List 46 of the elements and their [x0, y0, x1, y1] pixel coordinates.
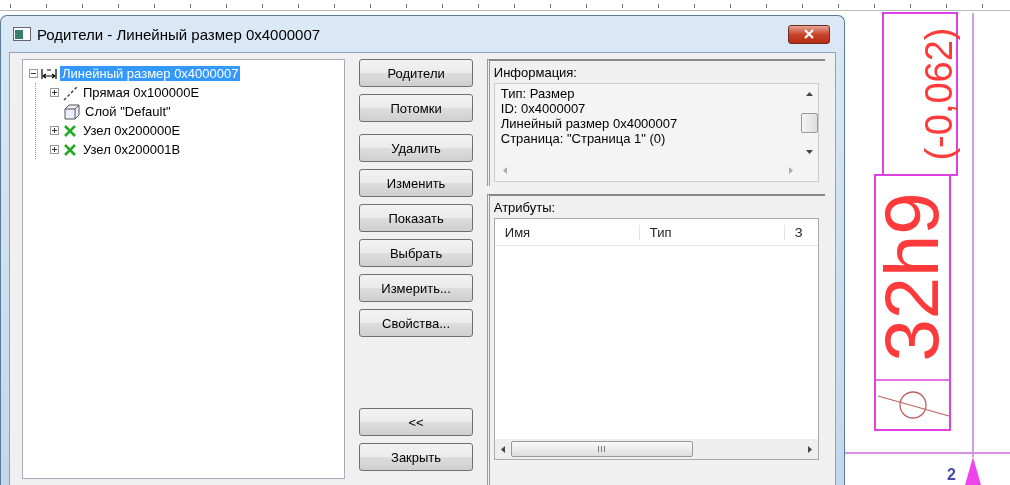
info-line: Страница: "Страница 1" (0): [500, 131, 667, 146]
scrollbar-thumb[interactable]: [801, 113, 818, 133]
panel-label: Атрибуты:: [493, 200, 557, 215]
info-line: Тип: Размер: [500, 86, 576, 101]
scroll-up-icon[interactable]: [806, 92, 813, 96]
info-line: ID: 0x4000007: [500, 101, 587, 116]
panel-label: Информация:: [493, 65, 578, 80]
expand-icon[interactable]: [50, 126, 59, 135]
cross-icon: [62, 141, 78, 158]
expand-icon[interactable]: [50, 88, 59, 97]
diameter-symbol-icon: [877, 391, 950, 419]
column-header[interactable]: Имя: [494, 224, 640, 240]
cross-icon: [62, 122, 78, 139]
tree-item[interactable]: Прямая 0x100000E: [81, 85, 202, 100]
info-textbox[interactable]: Тип: Размер ID: 0x4000007 Линейный размер 0x4000007 Страница: "Страница 1" (0): [493, 83, 819, 182]
sheet-number: 2: [947, 466, 956, 483]
dialog-button[interactable]: Удалить: [359, 134, 473, 162]
expand-icon[interactable]: [50, 145, 59, 154]
cube-icon: [64, 103, 80, 120]
dialog-button[interactable]: Измерить...: [359, 274, 473, 302]
dialog-button[interactable]: Показать: [359, 204, 473, 232]
dialog-button[interactable]: Изменить: [359, 169, 473, 197]
column-header[interactable]: З: [784, 224, 803, 240]
scroll-right-icon[interactable]: [808, 445, 812, 453]
dialog-button[interactable]: Свойства...: [359, 309, 473, 337]
window-icon: [13, 27, 31, 41]
tree-item[interactable]: Узел 0x200001B: [81, 142, 183, 157]
dimension-text: 32h9: [869, 192, 954, 362]
close-button[interactable]: [788, 24, 830, 44]
tree-item[interactable]: Узел 0x200000E: [81, 123, 183, 138]
dashed-line-icon: [62, 84, 78, 101]
window-title: Родители - Линейный размер 0x4000007: [37, 25, 321, 43]
dialog-button[interactable]: Потомки: [359, 94, 473, 122]
dialog-button[interactable]: Родители: [359, 59, 473, 87]
info-line: Линейный размер 0x4000007: [500, 116, 679, 131]
scroll-down-icon[interactable]: [806, 150, 813, 154]
collapse-icon[interactable]: [29, 69, 38, 78]
grip-icon: [597, 446, 607, 452]
tolerance-text: (-0,062): [918, 27, 960, 161]
column-header[interactable]: Тип: [639, 224, 785, 240]
close-icon: [803, 29, 815, 39]
tree-item[interactable]: Слой "Default": [83, 104, 173, 119]
scroll-left-icon[interactable]: [500, 445, 505, 453]
arrowhead-icon: [965, 457, 981, 485]
dialog-button[interactable]: Выбрать: [359, 239, 473, 267]
scrollbar-thumb[interactable]: [510, 441, 693, 457]
